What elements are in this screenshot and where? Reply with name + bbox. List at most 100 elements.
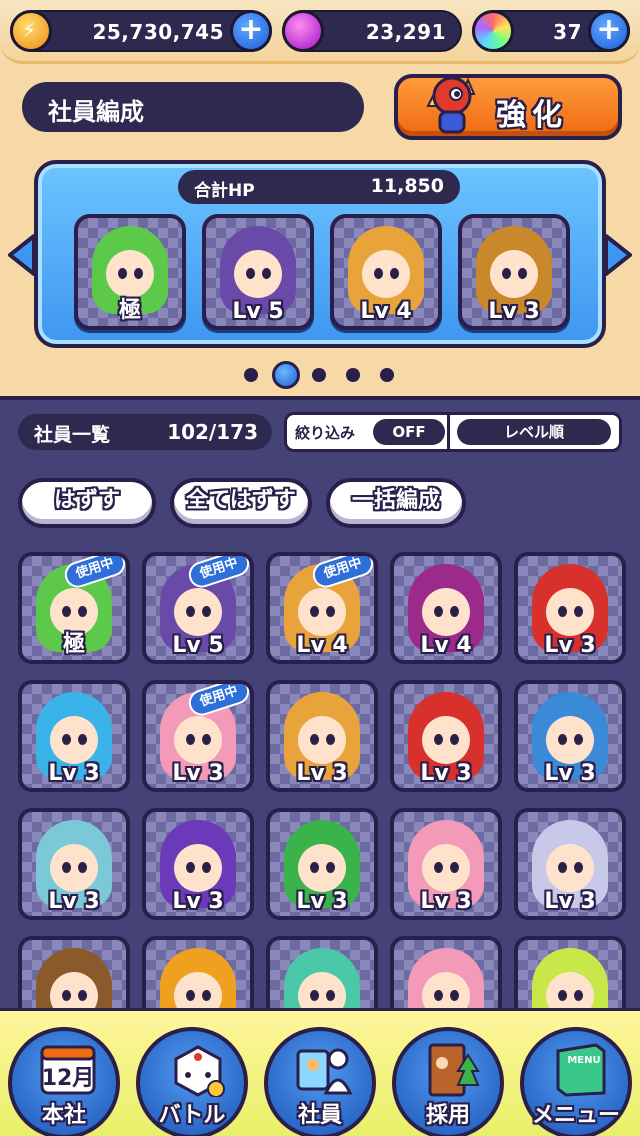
remove-all-button[interactable]: 全てはずす [170,478,312,528]
employee-card[interactable]: Lv 3 [266,680,378,792]
add-coins-button[interactable]: + [230,10,272,52]
nav-recruit[interactable]: 採用 [392,1027,504,1136]
character-eye [62,606,71,617]
employee-level: Lv 3 [544,633,596,658]
character-face [422,588,470,636]
add-gems-button[interactable]: + [588,10,630,52]
employee-card[interactable] [390,936,502,1008]
next-team-arrow-icon[interactable] [602,232,634,278]
character-face [422,844,470,892]
employee-card[interactable]: Lv 3 [390,808,502,920]
character-eye [450,734,459,745]
employee-card[interactable]: Lv 3 [514,808,626,920]
employee-count-bar: 社員一覧 102/173 [18,414,272,450]
character-face [422,716,470,764]
drop-icon [282,10,324,52]
employee-list-area: 社員一覧 102/173 絞り込み OFF レベル順 はずす 全てはずす 一括編… [0,396,640,1008]
character-portrait [36,948,112,1008]
character-eye [574,862,583,873]
employee-card[interactable]: Lv 3 [142,808,254,920]
employee-card[interactable]: Lv 3 [514,680,626,792]
nav-label: バトル [158,1103,226,1128]
employee-card[interactable]: Lv 4 使用中 [266,552,378,664]
nav-battle[interactable]: バトル [136,1027,248,1136]
sort-dropdown[interactable]: レベル順 [457,419,611,445]
team-member-slot[interactable]: Lv 3 [458,214,570,330]
employee-level: Lv 3 [544,761,596,786]
character-eye [450,990,459,1001]
employee-card[interactable] [266,936,378,1008]
team-member-level: Lv 4 [360,299,412,324]
filter-label: 絞り込み [295,424,356,442]
character-eye [186,862,195,873]
character-eye [574,734,583,745]
nav-menu[interactable]: MENU メニュー [520,1027,632,1136]
character-portrait [160,948,236,1008]
employee-count-value: 102/173 [167,420,258,444]
character-eye [186,734,195,745]
character-eye [134,268,143,279]
employee-card[interactable]: Lv 4 [390,552,502,664]
employee-level: Lv 3 [48,889,100,914]
page-dot[interactable] [244,368,258,382]
character-eye [78,606,87,617]
employee-card[interactable]: Lv 3 [266,808,378,920]
gem-counter: 37 + [472,10,630,52]
auto-assign-button[interactable]: 一括編成 [326,478,466,528]
character-face [174,588,222,636]
employee-level: Lv 3 [420,889,472,914]
character-eye [78,990,87,1001]
employee-card[interactable] [142,936,254,1008]
character-eye [310,734,319,745]
team-member-level: Lv 5 [232,299,284,324]
character-face [234,250,282,298]
enhance-button[interactable]: 強化 [394,74,622,140]
employee-card[interactable] [18,936,130,1008]
character-eye [310,862,319,873]
character-eye [434,990,443,1001]
character-face [174,716,222,764]
filter-sort-bar: 絞り込み OFF レベル順 [284,412,622,452]
character-portrait [284,948,360,1008]
character-eye [558,990,567,1001]
employee-card[interactable]: Lv 3 [390,680,502,792]
total-hp-value: 11,850 [370,175,444,197]
team-member-slot[interactable]: Lv 5 [202,214,314,330]
enhance-label: 強化 [496,98,568,133]
page-dot[interactable] [346,368,360,382]
employee-card[interactable]: Lv 3 使用中 [142,680,254,792]
divider [447,415,450,449]
character-eye [202,990,211,1001]
employee-card[interactable]: Lv 3 [18,680,130,792]
coin-counter: 25,730,745 + [10,10,272,52]
coin-value: 25,730,745 [92,20,224,44]
team-member-slot[interactable]: Lv 4 [330,214,442,330]
page-dot-active[interactable] [272,361,300,389]
character-face [298,716,346,764]
character-face [422,972,470,1008]
employee-card[interactable]: Lv 5 使用中 [142,552,254,664]
nav-employees[interactable]: 社員 [264,1027,376,1136]
remove-button[interactable]: はずす [18,478,156,528]
team-page-indicator[interactable] [0,360,640,389]
prev-team-arrow-icon[interactable] [6,232,38,278]
character-eye [434,862,443,873]
character-eye [518,268,527,279]
character-eye [326,606,335,617]
page-dot[interactable] [312,368,326,382]
drop-counter: 23,291 [282,10,462,52]
team-member-slot[interactable]: 極 [74,214,186,330]
nav-label: 採用 [425,1103,470,1128]
page-dot[interactable] [380,368,394,382]
employee-card[interactable]: Lv 3 [18,808,130,920]
nav-headquarters[interactable]: 12月 本社 [8,1027,120,1136]
employee-level: Lv 4 [296,633,348,658]
employee-card[interactable]: Lv 3 [514,552,626,664]
employee-level: Lv 4 [420,633,472,658]
character-eye [246,268,255,279]
character-eye [434,734,443,745]
character-eye [558,734,567,745]
employee-card[interactable]: 極使用中 [18,552,130,664]
filter-toggle[interactable]: OFF [373,419,445,445]
employee-card[interactable] [514,936,626,1008]
